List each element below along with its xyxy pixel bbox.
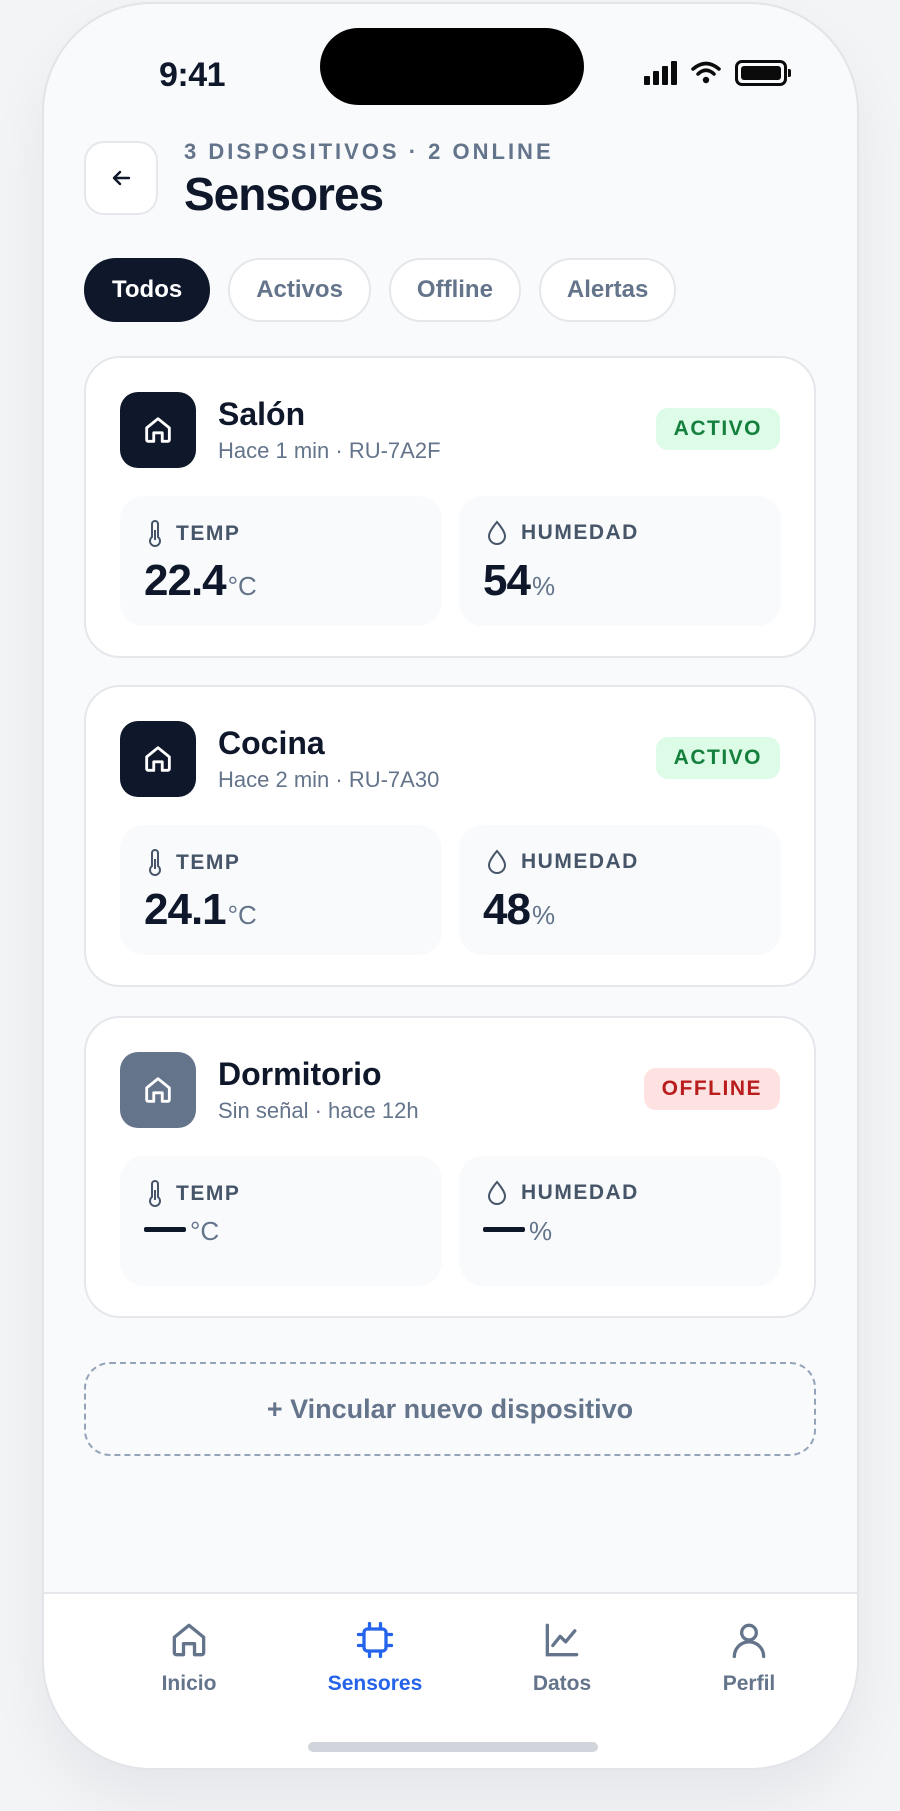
user-icon <box>732 1623 766 1659</box>
temp-label: TEMP <box>176 522 241 545</box>
device-name: Dormitorio <box>218 1056 382 1092</box>
device-card-cocina[interactable]: Cocina Hace 2 min · RU-7A30 ACTIVO TEMP … <box>84 685 816 987</box>
wifi-icon <box>691 61 721 84</box>
phone-frame: 9:41 3 DISPOSITIVOS · 2 ONLINE Sensores … <box>42 2 859 1770</box>
no-data-dash <box>483 1227 525 1232</box>
humidity-label: HUMEDAD <box>521 521 639 544</box>
device-subtitle: Hace 2 min · RU-7A30 <box>218 767 440 792</box>
device-card-salon[interactable]: Salón Hace 1 min · RU-7A2F ACTIVO TEMP 2… <box>84 356 816 658</box>
humidity-metric: HUMEDAD 48 % <box>459 825 781 955</box>
chip-icon <box>356 1621 394 1659</box>
filter-chip-activos[interactable]: Activos <box>228 258 371 322</box>
device-name: Cocina <box>218 725 325 761</box>
temp-unit: °C <box>227 900 257 930</box>
link-device-button[interactable]: + Vincular nuevo dispositivo <box>84 1362 816 1456</box>
thermometer-icon <box>149 1180 161 1207</box>
status-time: 9:41 <box>159 56 226 94</box>
humidity-unit: % <box>531 571 556 601</box>
device-icon <box>120 1052 196 1128</box>
arrow-left-icon <box>112 170 131 186</box>
temp-unit: °C <box>227 571 257 601</box>
tab-label: Sensores <box>327 1672 423 1695</box>
humidity-metric: HUMEDAD % <box>459 1156 781 1286</box>
thermometer-icon <box>149 849 161 876</box>
device-subtitle: Hace 1 min · RU-7A2F <box>218 438 441 463</box>
device-icon <box>120 721 196 797</box>
battery-icon <box>735 60 791 86</box>
humidity-metric: HUMEDAD 54 % <box>459 496 781 626</box>
tab-label: Datos <box>532 1672 592 1695</box>
temp-label: TEMP <box>176 1182 241 1205</box>
temp-metric: TEMP °C <box>120 1156 442 1286</box>
device-icon <box>120 392 196 468</box>
droplet-icon <box>487 849 507 874</box>
status-icons <box>644 60 791 86</box>
temp-value: 22.4 <box>144 556 227 605</box>
droplet-icon <box>487 520 507 545</box>
temp-unit: °C <box>190 1216 220 1246</box>
filter-chips: Todos Activos Offline Alertas <box>84 258 677 322</box>
thermometer-icon <box>149 520 161 547</box>
home-icon <box>145 1077 171 1103</box>
device-count-overline: 3 DISPOSITIVOS · 2 ONLINE <box>184 139 554 164</box>
tab-label: Inicio <box>161 1672 217 1695</box>
humidity-label: HUMEDAD <box>521 850 639 873</box>
filter-chip-todos[interactable]: Todos <box>84 258 211 322</box>
status-badge: ACTIVO <box>655 408 780 450</box>
dynamic-island <box>320 28 584 105</box>
page-title: Sensores <box>184 168 384 220</box>
status-badge: OFFLINE <box>643 1068 780 1110</box>
temp-metric: TEMP 24.1 °C <box>120 825 442 955</box>
humidity-label: HUMEDAD <box>521 1181 639 1204</box>
device-name: Salón <box>218 396 306 432</box>
device-subtitle: Sin señal · hace 12h <box>218 1098 419 1123</box>
home-indicator <box>308 1742 598 1752</box>
droplet-icon <box>487 1180 507 1205</box>
tab-label: Perfil <box>722 1672 776 1695</box>
temp-value: 24.1 <box>144 885 227 934</box>
temp-metric: TEMP 22.4 °C <box>120 496 442 626</box>
no-data-dash <box>144 1227 186 1232</box>
tab-bar: Inicio Sensores Datos Perfil <box>44 1592 857 1768</box>
filter-chip-offline[interactable]: Offline <box>388 258 521 322</box>
tab-inicio[interactable]: Inicio <box>114 1618 264 1696</box>
temp-label: TEMP <box>176 851 241 874</box>
humidity-unit: % <box>529 1216 553 1246</box>
signal-icon <box>644 61 677 85</box>
device-card-dormitorio[interactable]: Dormitorio Sin señal · hace 12h OFFLINE … <box>84 1016 816 1318</box>
filter-chip-alertas[interactable]: Alertas <box>538 258 677 322</box>
home-icon <box>145 746 171 772</box>
humidity-value: 54 <box>483 556 531 605</box>
tab-sensores[interactable]: Sensores <box>300 1618 450 1696</box>
home-icon <box>145 417 171 443</box>
tab-perfil[interactable]: Perfil <box>674 1618 824 1696</box>
home-icon <box>172 1623 206 1657</box>
header: 3 DISPOSITIVOS · 2 ONLINE Sensores <box>84 137 817 220</box>
tab-datos[interactable]: Datos <box>487 1618 637 1696</box>
humidity-value: 48 <box>483 885 531 934</box>
chart-icon <box>545 1623 579 1657</box>
status-badge: ACTIVO <box>655 737 780 779</box>
back-button[interactable] <box>84 141 158 215</box>
humidity-unit: % <box>531 900 556 930</box>
